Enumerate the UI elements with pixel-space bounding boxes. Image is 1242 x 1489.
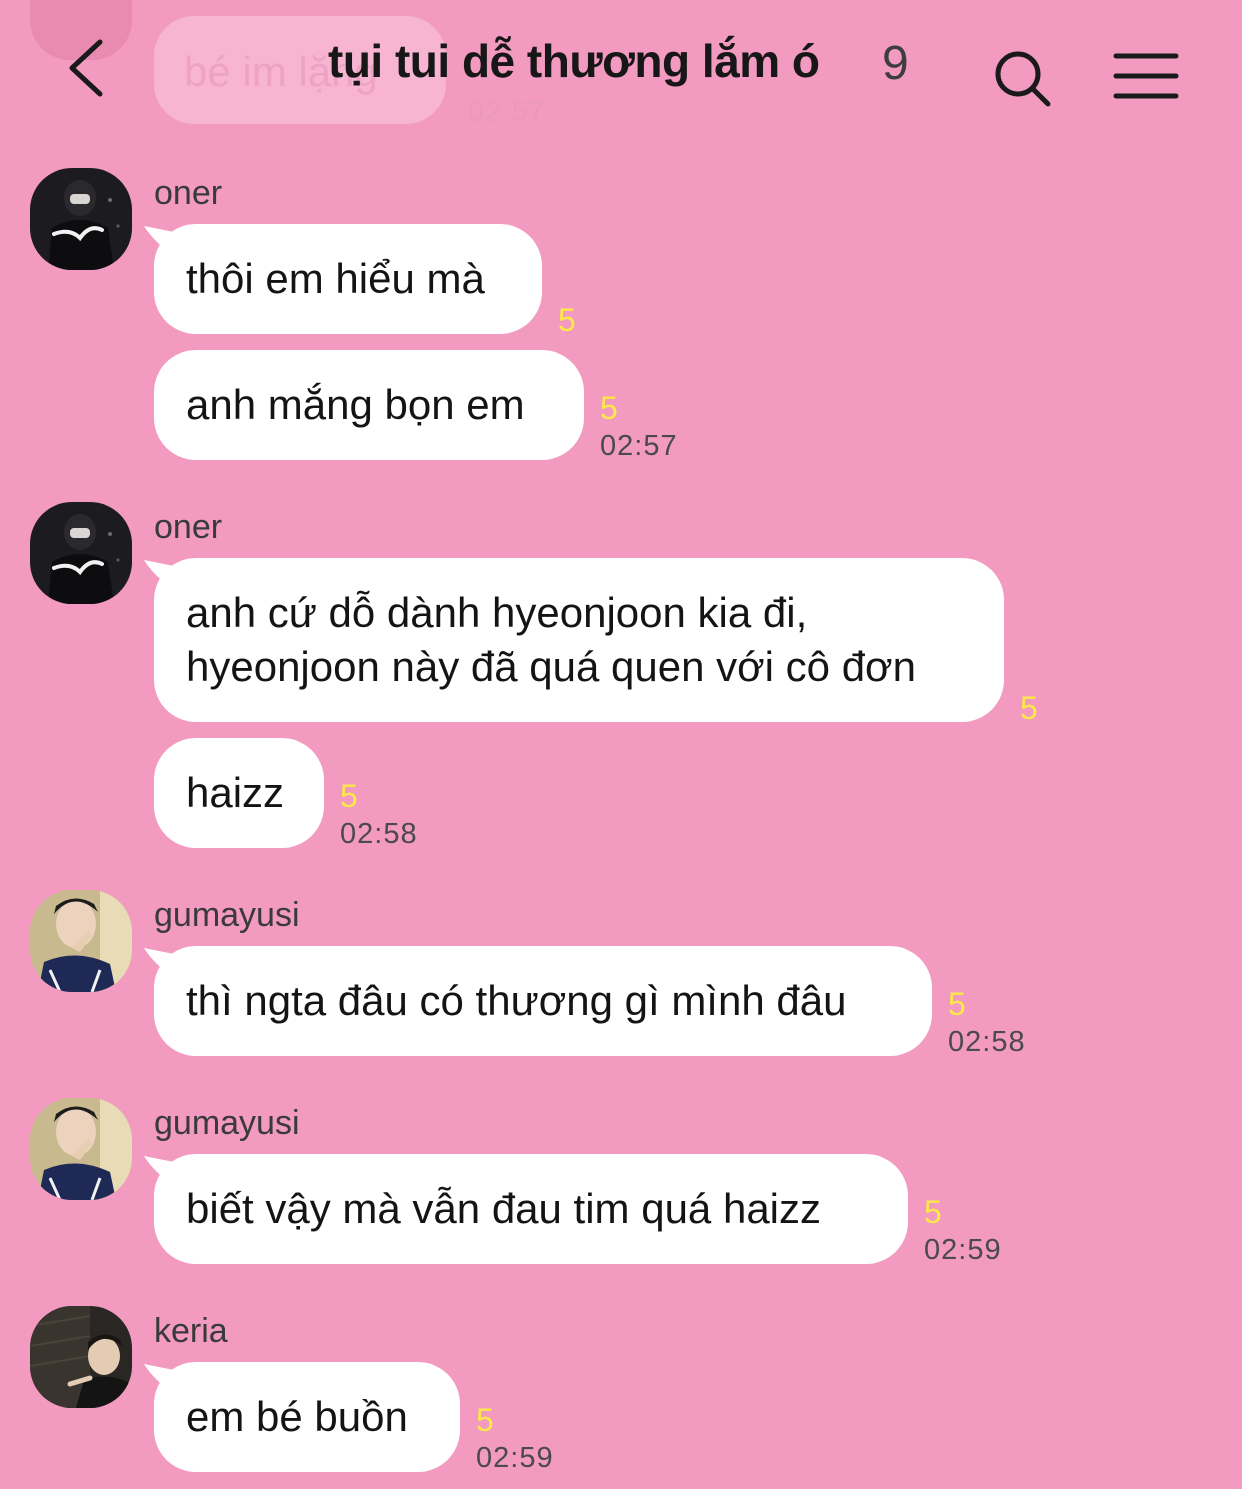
message-bubble[interactable]: thì ngta đâu có thương gì mình đâu	[154, 946, 932, 1056]
message-bubble[interactable]: anh mắng bọn em	[154, 350, 584, 460]
unread-count: 5	[948, 986, 966, 1022]
unread-count: 5	[1020, 690, 1038, 726]
message-text: anh cứ dỗ dành hyeonjoon kia đi, hyeonjo…	[186, 589, 916, 690]
message-text: haizz	[186, 769, 285, 816]
unread-count: 5	[476, 1402, 494, 1438]
message-bubble[interactable]: biết vậy mà vẫn đau tim quá haizz	[154, 1154, 908, 1264]
avatar[interactable]	[30, 890, 132, 992]
message-text: em bé buồn	[186, 1393, 408, 1440]
member-count: 9	[882, 37, 909, 90]
avatar[interactable]	[30, 502, 132, 604]
message-text: thì ngta đâu có thương gì mình đâu	[186, 977, 847, 1024]
unread-count: 5	[600, 390, 618, 426]
sender-name: gumayusi	[154, 1104, 300, 1142]
message-bubble[interactable]: thôi em hiểu mà	[154, 224, 542, 334]
message-time: 02:58	[948, 1026, 1026, 1058]
message-time: 02:59	[476, 1442, 554, 1474]
hamburger-menu-icon	[1113, 53, 1179, 99]
menu-button[interactable]	[1112, 48, 1180, 104]
chat-header: tụi tui dễ thương lắm ó 9	[0, 0, 1242, 140]
chevron-left-icon	[69, 39, 103, 97]
avatar[interactable]	[30, 168, 132, 270]
message-text: anh mắng bọn em	[186, 381, 525, 428]
message-bubble[interactable]: em bé buồn	[154, 1362, 460, 1472]
message-time: 02:57	[600, 430, 678, 462]
chat-title: tụi tui dễ thương lắm ó	[328, 35, 820, 87]
search-icon	[995, 51, 1051, 107]
message-text: biết vậy mà vẫn đau tim quá haizz	[186, 1185, 822, 1232]
message-bubble[interactable]: anh cứ dỗ dành hyeonjoon kia đi, hyeonjo…	[154, 558, 1004, 722]
sender-name: oner	[154, 508, 223, 546]
avatar[interactable]	[30, 1098, 132, 1200]
message-text: thôi em hiểu mà	[186, 255, 485, 302]
message-bubble[interactable]: haizz	[154, 738, 324, 848]
sender-name: oner	[154, 174, 223, 212]
search-button[interactable]	[990, 46, 1056, 112]
back-button[interactable]	[52, 30, 124, 102]
unread-count: 5	[924, 1194, 942, 1230]
message-time: 02:58	[340, 818, 418, 850]
message-time: 02:59	[924, 1234, 1002, 1266]
sender-name: keria	[154, 1312, 228, 1350]
sender-name: gumayusi	[154, 896, 300, 934]
unread-count: 5	[558, 302, 576, 338]
avatar[interactable]	[30, 1306, 132, 1408]
unread-count: 5	[340, 778, 358, 814]
